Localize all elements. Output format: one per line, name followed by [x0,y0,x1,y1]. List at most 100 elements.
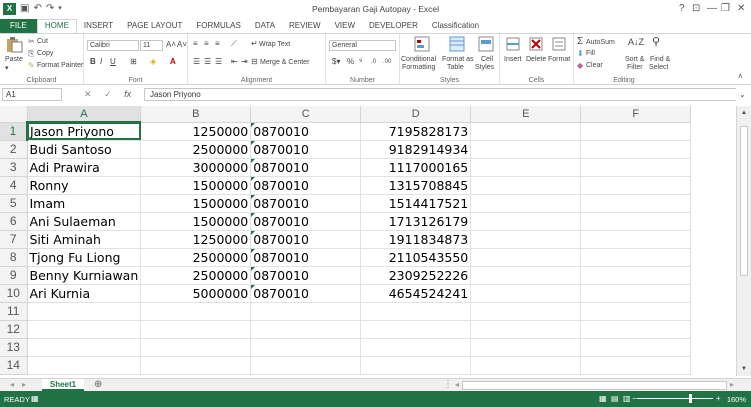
number-as-text-warning-icon[interactable] [251,122,256,127]
row-header[interactable]: 12 [0,320,28,339]
tab-data[interactable]: DATA [248,19,282,33]
delete-cells-icon[interactable] [527,36,545,52]
cell-c3[interactable]: 0870010 [250,158,362,177]
cell-e6[interactable] [470,212,582,231]
bold-button[interactable]: B [90,57,96,67]
tab-view[interactable]: VIEW [328,19,362,33]
number-as-text-warning-icon[interactable] [251,212,256,217]
format-painter-button[interactable]: Format Painter [37,62,83,69]
cell-a4[interactable]: Ronny [27,176,142,195]
cut-button[interactable]: Cut [37,38,48,45]
wrap-text-icon[interactable]: ↵ [251,39,258,49]
autosum-button[interactable]: AutoSum [586,39,615,46]
select-all-corner[interactable] [0,106,28,123]
zoom-slider[interactable] [637,398,713,399]
increase-decimal-icon[interactable]: .0 [371,57,376,67]
cell-styles-label[interactable]: Cell [481,56,493,63]
zoom-slider-handle[interactable] [689,394,692,403]
delete-cells-button[interactable]: Delete [526,56,546,63]
cell-f3[interactable] [580,158,692,177]
tab-home[interactable]: HOME [36,19,77,33]
cell-e10[interactable] [470,284,582,303]
cell-styles-label-2[interactable]: Styles [475,64,494,71]
tab-review[interactable]: REVIEW [282,19,328,33]
macro-recording-icon[interactable]: ▦ [31,394,39,403]
borders-icon[interactable]: ⊞ [130,57,137,67]
scroll-right-icon[interactable]: ▸ [730,380,734,389]
cell-e2[interactable] [470,140,582,159]
cell-c11[interactable] [250,302,362,321]
comma-icon[interactable]: ⁹ [359,57,362,67]
tab-formulas[interactable]: FORMULAS [189,19,247,33]
tab-file[interactable]: FILE [0,19,37,33]
font-color-icon[interactable]: A [170,57,176,67]
conditional-formatting-label[interactable]: Conditional [401,56,436,63]
cell-d7[interactable]: 1911834873 [360,230,472,249]
cell-a1[interactable]: Jason Priyono [27,122,142,141]
orientation-icon[interactable]: ⟋ [231,39,237,49]
fill-color-icon[interactable]: ◈ [150,57,156,67]
formula-input[interactable]: Jason Priyono [144,88,736,101]
tab-classification[interactable]: Classification [425,19,486,33]
cell-b10[interactable]: 5000000 [140,284,252,303]
cell-c4[interactable]: 0870010 [250,176,362,195]
cancel-icon[interactable]: ✕ [84,89,92,99]
row-header[interactable]: 1 [0,122,28,141]
cell-b11[interactable] [140,302,252,321]
cell-d2[interactable]: 9182914934 [360,140,472,159]
autosum-icon[interactable]: Σ [577,37,583,47]
cell-e5[interactable] [470,194,582,213]
cell-c5[interactable]: 0870010 [250,194,362,213]
currency-icon[interactable]: $▾ [332,57,340,67]
cell-c12[interactable] [250,320,362,339]
cell-d13[interactable] [360,338,472,357]
tab-insert[interactable]: INSERT [77,19,120,33]
close-button[interactable]: ✕ [737,3,745,14]
number-as-text-warning-icon[interactable] [251,230,256,235]
cell-a8[interactable]: Tjong Fu Liong [27,248,142,267]
cell-c6[interactable]: 0870010 [250,212,362,231]
cell-d10[interactable]: 4654524241 [360,284,472,303]
clear-icon[interactable]: ◆ [577,61,583,71]
cell-d5[interactable]: 1514417521 [360,194,472,213]
cell-f10[interactable] [580,284,692,303]
cell-f6[interactable] [580,212,692,231]
cell-c7[interactable]: 0870010 [250,230,362,249]
cell-a10[interactable]: Ari Kurnia [27,284,142,303]
name-box[interactable]: A1 [2,88,62,101]
cell-d6[interactable]: 1713126179 [360,212,472,231]
cell-a6[interactable]: Ani Sulaeman [27,212,142,231]
cell-e3[interactable] [470,158,582,177]
sheet-tab-sheet1[interactable]: Sheet1 [42,379,84,391]
cell-f7[interactable] [580,230,692,249]
find-select-icon[interactable]: ⚲ [652,37,660,48]
prev-sheet-icon[interactable]: ◂ [10,380,14,389]
zoom-out-icon[interactable]: − [632,394,637,403]
normal-view-icon[interactable]: ▦ [599,394,607,403]
cell-f4[interactable] [580,176,692,195]
row-header[interactable]: 2 [0,140,28,159]
cell-d1[interactable]: 7195828173 [360,122,472,141]
cell-b6[interactable]: 1500000 [140,212,252,231]
top-align-icon[interactable]: ≡ [193,39,198,49]
scroll-up-icon[interactable]: ▲ [741,108,747,118]
underline-button[interactable]: U [110,57,116,67]
cell-e13[interactable] [470,338,582,357]
row-header[interactable]: 7 [0,230,28,249]
column-header-e[interactable]: E [470,106,582,123]
align-left-icon[interactable]: ☰ [193,57,200,67]
merge-center-button[interactable]: Merge & Center [260,59,309,66]
cell-b9[interactable]: 2500000 [140,266,252,285]
restore-button[interactable]: ❐ [721,3,730,14]
increase-indent-icon[interactable]: ⇥ [241,57,248,67]
row-header[interactable]: 3 [0,158,28,177]
cell-b5[interactable]: 1500000 [140,194,252,213]
next-sheet-icon[interactable]: ▸ [22,380,26,389]
cell-a13[interactable] [27,338,142,357]
cell-f1[interactable] [580,122,692,141]
row-header[interactable]: 8 [0,248,28,267]
sort-filter-button[interactable]: Sort & [625,56,644,63]
column-header-f[interactable]: F [580,106,692,123]
fill-button[interactable]: Fill [586,50,595,57]
number-as-text-warning-icon[interactable] [251,248,256,253]
